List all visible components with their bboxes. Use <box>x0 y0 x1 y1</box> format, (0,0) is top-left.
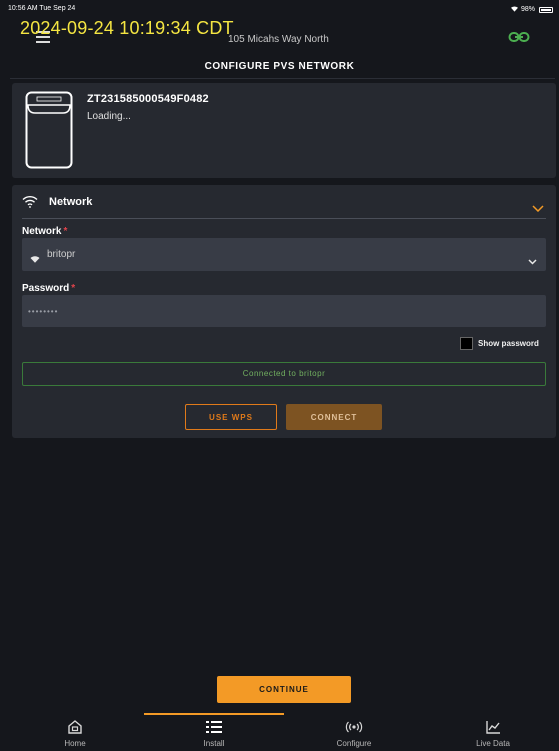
required-marker: * <box>63 226 68 237</box>
tab-configure[interactable]: Configure <box>314 719 394 748</box>
pvs-device-icon <box>25 91 73 169</box>
tab-label: Configure <box>336 739 372 748</box>
chevron-down-icon <box>528 252 537 265</box>
header-divider <box>10 78 555 79</box>
password-input[interactable] <box>22 295 546 327</box>
password-label-text: Password <box>22 283 70 294</box>
chart-icon <box>486 721 500 734</box>
network-label-text: Network <box>22 226 62 237</box>
broadcast-icon <box>345 721 363 733</box>
home-icon <box>68 720 82 734</box>
wifi-signal-icon <box>30 250 40 263</box>
list-icon <box>206 721 222 733</box>
tab-label: Install <box>203 739 225 748</box>
network-section-title: Network <box>49 196 93 208</box>
active-tab-indicator <box>144 713 284 715</box>
continue-button[interactable]: CONTINUE <box>217 676 351 703</box>
page-title: CONFIGURE PVS NETWORK <box>204 61 355 72</box>
status-time: 10:56 AM Tue Sep 24 <box>8 5 76 12</box>
tab-live-data[interactable]: Live Data <box>453 719 533 748</box>
password-field-label: Password * <box>22 283 75 294</box>
connect-button[interactable]: CONNECT <box>286 404 382 430</box>
battery-icon <box>539 6 553 13</box>
chevron-down-icon[interactable] <box>532 199 544 213</box>
show-password-label: Show password <box>478 338 539 348</box>
tab-label: Live Data <box>476 739 510 748</box>
timestamp-watermark: 2024-09-24 10:19:34 CDT <box>20 18 234 38</box>
device-serial: ZT231585000549F0482 <box>87 93 209 105</box>
show-password-toggle[interactable]: Show password <box>460 335 539 351</box>
network-select[interactable]: britopr <box>22 238 546 271</box>
use-wps-button[interactable]: USE WPS <box>185 404 277 430</box>
status-bar: 10:56 AM Tue Sep 24 98% <box>0 0 559 18</box>
device-card: ZT231585000549F0482 Loading... <box>12 83 556 178</box>
device-status: Loading... <box>87 111 131 122</box>
network-section-header[interactable]: Network <box>12 185 556 218</box>
link-icon[interactable] <box>508 29 530 45</box>
connection-status-banner: Connected to britopr <box>22 362 546 386</box>
network-select-value: britopr <box>47 249 76 260</box>
wifi-icon <box>22 195 38 208</box>
required-marker: * <box>71 283 76 294</box>
bottom-tab-bar: Home Install Configure Live Data <box>0 712 559 751</box>
section-divider <box>22 218 546 219</box>
site-address: 105 Micahs Way North <box>228 34 329 45</box>
tab-home[interactable]: Home <box>35 719 115 748</box>
network-field-label: Network * <box>22 226 67 237</box>
tab-install[interactable]: Install <box>174 719 254 748</box>
status-right: 98% <box>510 5 553 14</box>
show-password-checkbox[interactable] <box>460 336 473 350</box>
network-card: Network Network* britopr Password* Show … <box>12 185 556 438</box>
wifi-status-icon <box>510 5 519 14</box>
tab-label: Home <box>64 739 86 748</box>
battery-percent: 98% <box>520 6 535 13</box>
